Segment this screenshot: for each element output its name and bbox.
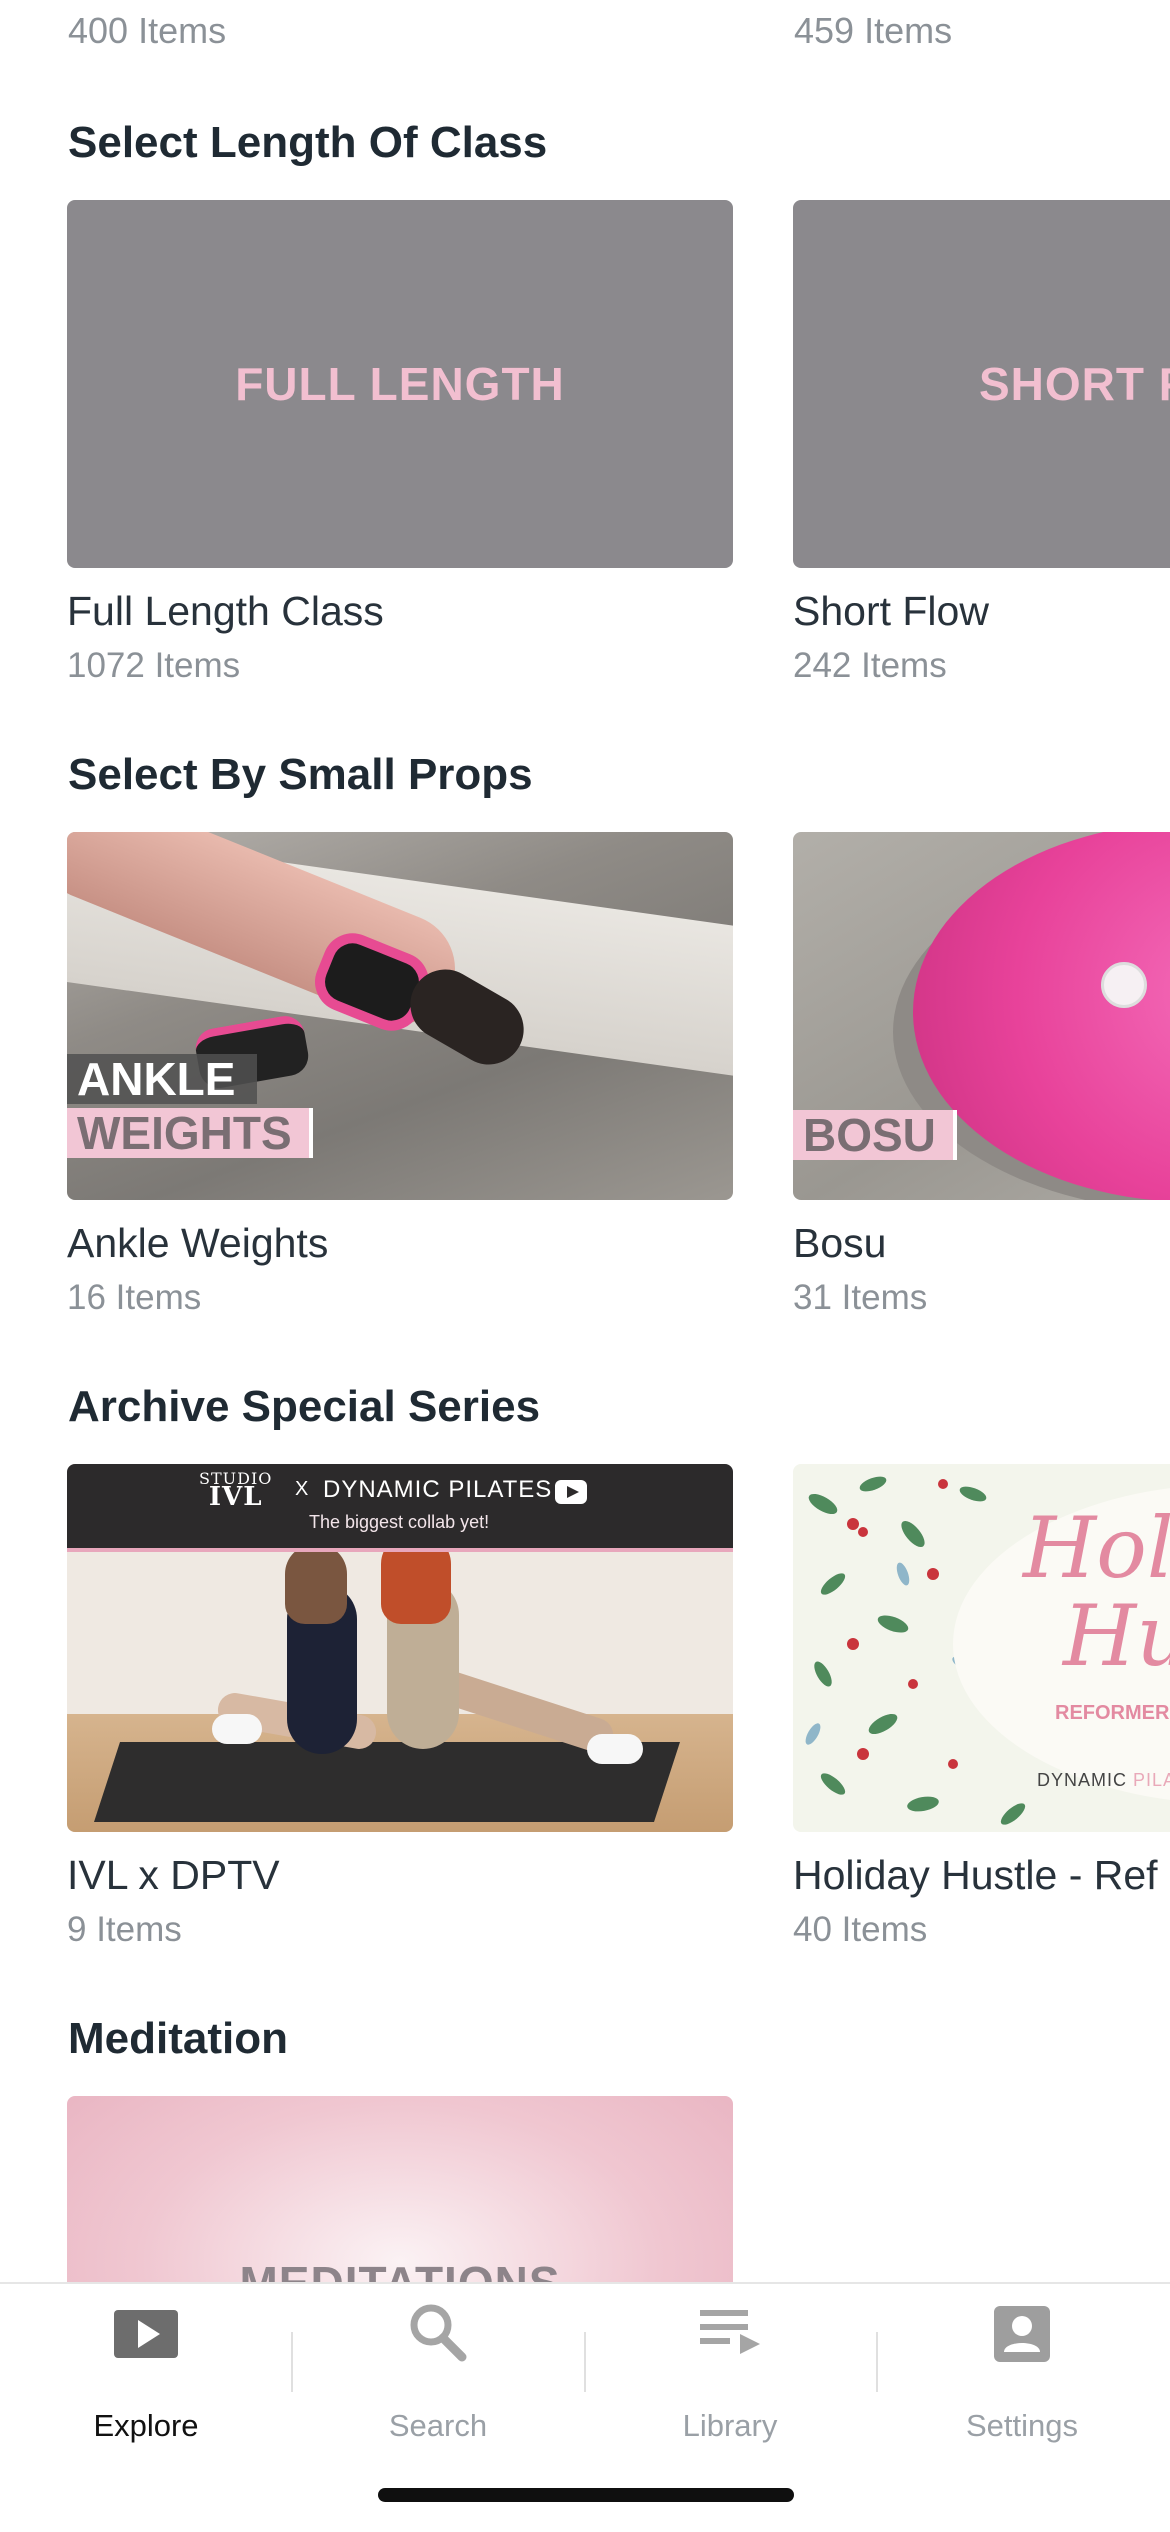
bosu-logo <box>1101 962 1147 1008</box>
card-title: Ankle Weights <box>67 1220 329 1266</box>
card-count: 16 Items <box>67 1278 202 1317</box>
card-count: 31 Items <box>793 1278 928 1317</box>
studio-ivl-logo: STUDIO IVL <box>199 1469 273 1512</box>
card-title: Short Flow <box>793 588 989 634</box>
card-count: 242 Items <box>793 646 947 685</box>
card-thumbnail: Holid Hust REFORMER HUS DYNAMIC PILATE <box>793 1464 1170 1832</box>
explore-scroll-view[interactable]: 400 Items 459 Items Select Length Of Cla… <box>0 0 1170 2282</box>
dynamic-pilates-logo: DYNAMIC PILATE <box>1037 1770 1170 1790</box>
collection-card-ivl-x-dptv[interactable]: STUDIO IVL X DYNAMIC PILATES The biggest… <box>67 1464 733 1949</box>
card-title: IVL x DPTV <box>67 1852 280 1898</box>
thumbnail-text: SHORT FL <box>979 358 1170 410</box>
card-count: 1072 Items <box>67 646 241 685</box>
card-title: Bosu <box>793 1220 887 1266</box>
promo-banner: STUDIO IVL X DYNAMIC PILATES The biggest… <box>67 1464 733 1548</box>
tab-explore[interactable]: Explore <box>0 2300 292 2450</box>
thumbnail-tag: BOSU <box>793 1110 957 1160</box>
card-count: 40 Items <box>793 1910 928 1949</box>
card-title: Full Length Class <box>67 588 384 634</box>
thumbnail-tag: ANKLE <box>67 1054 257 1104</box>
tab-library[interactable]: Library <box>584 2300 876 2450</box>
home-indicator[interactable] <box>378 2488 794 2502</box>
tab-label: Search <box>388 2408 488 2443</box>
dynamic-pilates-logo: DYNAMIC PILATES <box>323 1476 553 1503</box>
thumbnail-tag: WEIGHTS <box>67 1108 313 1158</box>
section-title: Select Length Of Class <box>68 118 548 167</box>
section-archive-special-series: Archive Special Series STUDIO IVL X DYNA… <box>0 1376 1170 1956</box>
collection-card-ankle-weights[interactable]: ANKLE WEIGHTS Ankle Weights 16 Items <box>67 832 733 1317</box>
previous-section-counts: 400 Items 459 Items <box>0 10 1170 70</box>
card-thumbnail: BOSU <box>793 832 1170 1200</box>
holiday-script-title: Holid Hust <box>1023 1499 1170 1685</box>
collection-card-short-flow[interactable]: SHORT FL Short Flow 242 Items <box>793 200 1170 685</box>
tab-label: Explore <box>93 2408 199 2443</box>
search-icon <box>410 2304 467 2362</box>
playlist-icon <box>700 2310 760 2354</box>
section-title: Meditation <box>68 2014 288 2063</box>
card-title: Holiday Hustle - Ref <box>793 1852 1158 1898</box>
card-thumbnail: STUDIO IVL X DYNAMIC PILATES The biggest… <box>67 1464 733 1832</box>
banner-subtitle: The biggest collab yet! <box>309 1512 490 1532</box>
card-thumbnail: MEDITATIONS <box>67 2096 733 2282</box>
section-meditation: Meditation MEDITATIONS <box>0 2008 1170 2282</box>
collection-card-holiday-hustle[interactable]: Holid Hust REFORMER HUS DYNAMIC PILATE H… <box>793 1464 1170 1949</box>
person-icon <box>994 2306 1050 2362</box>
card-thumbnail: SHORT FL <box>793 200 1170 568</box>
collection-card-meditations[interactable]: MEDITATIONS <box>67 2096 733 2282</box>
card-thumbnail: ANKLE WEIGHTS <box>67 832 733 1200</box>
section-length-of-class: Select Length Of Class FULL LENGTH Full … <box>0 112 1170 692</box>
thumbnail-subtitle: REFORMER HUS <box>1055 1702 1170 1724</box>
tab-label: Library <box>682 2408 778 2443</box>
tv-play-icon <box>555 1480 587 1504</box>
collection-card-full-length[interactable]: FULL LENGTH Full Length Class 1072 Items <box>67 200 733 685</box>
play-icon <box>114 2310 178 2358</box>
thumbnail-text: MEDITATIONS <box>67 2256 733 2282</box>
tab-label: Settings <box>965 2408 1078 2443</box>
card-count: 459 Items <box>794 10 953 51</box>
tab-settings[interactable]: Settings <box>876 2300 1168 2450</box>
section-title: Select By Small Props <box>68 750 533 799</box>
card-count: 400 Items <box>68 10 227 51</box>
card-thumbnail: FULL LENGTH <box>67 200 733 568</box>
collection-card-bosu[interactable]: BOSU Bosu 31 Items <box>793 832 1170 1317</box>
section-title: Archive Special Series <box>68 1382 541 1431</box>
card-count: 9 Items <box>67 1910 182 1949</box>
section-small-props: Select By Small Props ANKLE WEIGHTS Ankl… <box>0 744 1170 1324</box>
tab-search[interactable]: Search <box>292 2300 584 2450</box>
thumbnail-text: FULL LENGTH <box>235 358 565 410</box>
